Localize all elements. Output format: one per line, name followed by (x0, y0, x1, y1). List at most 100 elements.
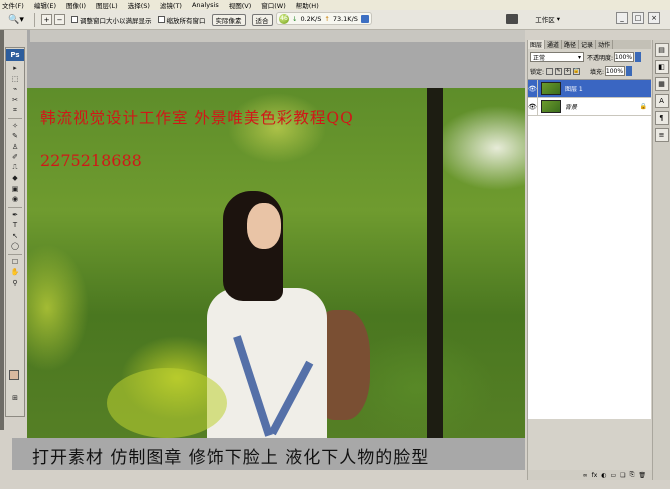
lasso-tool-icon[interactable]: ⌁ (6, 84, 24, 95)
lock-all-icon[interactable]: 🔒 (573, 67, 581, 75)
checkbox-icon[interactable] (157, 16, 165, 23)
dock-swatches-icon[interactable]: ▦ (654, 77, 669, 91)
restore-button[interactable]: □ (632, 12, 644, 24)
notes-tool-icon[interactable]: ☐ (6, 257, 24, 268)
actual-pixels-button[interactable]: 实际像素 (211, 13, 246, 26)
layer-name: 图层 1 (565, 86, 583, 93)
layers-list: 👁 图层 1 👁 背景 🔒 (528, 79, 651, 419)
blend-mode-value: 正常 (533, 54, 546, 62)
fill-arrow-icon[interactable] (626, 66, 633, 76)
lock-transparency-icon[interactable] (546, 67, 554, 75)
menu-analysis[interactable]: Analysis (192, 1, 219, 9)
gradient-tool-icon[interactable]: ◆ (6, 173, 24, 184)
healing-tool-icon[interactable]: ✧ (6, 121, 24, 132)
dock-navigator-icon[interactable]: ▤ (654, 43, 669, 57)
close-button[interactable]: × (648, 12, 660, 24)
menu-filter[interactable]: 滤镜(T) (160, 0, 182, 10)
blur-tool-icon[interactable]: ▣ (6, 184, 24, 195)
tool-divider (8, 253, 22, 255)
quick-mask-icon[interactable]: ⊞ (6, 393, 24, 404)
menu-image[interactable]: 图像(I) (66, 0, 86, 10)
blend-mode-select[interactable]: 正常 ▾ (530, 52, 584, 62)
opacity-label: 不透明度: (587, 54, 614, 62)
opacity-input[interactable]: 100% (614, 52, 635, 62)
marquee-tool-icon[interactable]: ⬚ (6, 74, 24, 85)
eye-icon[interactable]: 👁 (528, 79, 538, 98)
photoshop-window: 文件(F) 编辑(E) 图像(I) 图层(L) 选择(S) 滤镜(T) Anal… (0, 0, 670, 489)
watermark-qq-number: 2275218688 (40, 151, 142, 170)
upload-arrow-icon: ↑ (324, 14, 330, 23)
menu-window[interactable]: 窗口(W) (261, 0, 286, 10)
zoom-in-icon[interactable]: + (41, 14, 52, 25)
checkbox-icon[interactable] (71, 16, 78, 23)
hand-tool-icon[interactable]: ✋ (6, 267, 24, 278)
dock-tools-icon[interactable]: ≡ (654, 128, 669, 142)
clone-stamp-tool-icon[interactable]: ♙ (6, 142, 24, 153)
zoom-all-label: 缩放所有窗口 (166, 16, 206, 25)
dock-paragraph-icon[interactable]: ¶ (654, 111, 669, 125)
zoom-tool-icon[interactable]: ⚲ (6, 278, 24, 289)
person-face (247, 203, 281, 249)
screen-mode-icon[interactable] (506, 14, 518, 24)
tab-channels[interactable]: 通道 (545, 40, 563, 49)
opacity-arrow-icon[interactable] (635, 52, 642, 62)
group-icon[interactable]: ❏ (620, 472, 625, 479)
menu-layer[interactable]: 图层(L) (96, 0, 118, 10)
menu-bar: 文件(F) 编辑(E) 图像(I) 图层(L) 选择(S) 滤镜(T) Anal… (0, 0, 670, 10)
new-layer-icon[interactable]: ⎘ (630, 471, 635, 479)
workspace-menu[interactable]: 工作区 ▾ (535, 14, 560, 24)
blend-row: 正常 ▾ 不透明度: 100% (528, 51, 651, 63)
eraser-tool-icon[interactable]: ⎍ (6, 163, 24, 174)
zoom-all-checkbox[interactable]: 缩放所有窗口 (157, 15, 206, 25)
workspace-label: 工作区 (535, 16, 555, 24)
options-divider (34, 12, 35, 27)
lock-pixels-icon[interactable]: ✎ (555, 67, 563, 75)
zoom-tool-icon[interactable]: 🔍▾ (0, 13, 32, 27)
dodge-tool-icon[interactable]: ◉ (6, 194, 24, 205)
document-canvas[interactable]: 韩流视觉设计工作室 外景唯美色彩教程QQ 2275218688 (27, 88, 525, 438)
tool-divider (8, 117, 22, 119)
brush-tool-icon[interactable]: ✎ (6, 131, 24, 142)
eye-icon[interactable]: 👁 (528, 97, 538, 116)
shape-tool-icon[interactable]: ◯ (6, 241, 24, 252)
upload-speed: 73.1K/S (332, 14, 358, 23)
panel-dock: ▤ ◧ ▦ A ¶ ≡ (652, 40, 670, 480)
pen-tool-icon[interactable]: ✒ (6, 210, 24, 221)
dock-color-icon[interactable]: ◧ (654, 60, 669, 74)
slice-tool-icon[interactable]: ⌗ (6, 105, 24, 116)
link-layers-icon[interactable]: ∞ (583, 472, 588, 479)
layer-row[interactable]: 👁 背景 🔒 (528, 97, 651, 116)
type-tool-icon[interactable]: T (6, 220, 24, 231)
menu-select[interactable]: 选择(S) (128, 0, 150, 10)
fit-screen-button[interactable]: 适合 (251, 13, 273, 26)
foreground-color-swatch[interactable] (9, 370, 19, 380)
tab-actions[interactable]: 动作 (596, 40, 614, 49)
download-speed: 0.2K/S (300, 14, 322, 23)
layer-row[interactable]: 👁 图层 1 (528, 79, 651, 98)
panel-tabs: 图层 通道 路径 记录 动作 (528, 40, 651, 49)
fill-input[interactable]: 100% (605, 66, 626, 76)
zoom-out-icon[interactable]: − (54, 14, 65, 25)
dock-character-icon[interactable]: A (654, 94, 669, 108)
fit-window-checkbox[interactable]: 调整窗口大小以满屏显示 (71, 15, 152, 25)
menu-view[interactable]: 视图(V) (229, 0, 252, 10)
tab-history[interactable]: 记录 (579, 40, 597, 49)
tab-paths[interactable]: 路径 (562, 40, 580, 49)
document-titlebar[interactable] (30, 30, 525, 42)
crop-tool-icon[interactable]: ✂ (6, 95, 24, 106)
history-brush-tool-icon[interactable]: ✐ (6, 152, 24, 163)
tab-layers[interactable]: 图层 (528, 40, 546, 49)
menu-help[interactable]: 帮助(H) (296, 0, 319, 10)
trash-icon[interactable]: 🗑 (638, 472, 646, 479)
adjustment-layer-icon[interactable]: ◐ (601, 472, 606, 479)
path-selection-tool-icon[interactable]: ↖ (6, 231, 24, 242)
lock-position-icon[interactable]: ✛ (564, 67, 572, 75)
photoshop-logo: Ps (6, 49, 24, 61)
network-widget-icon (360, 14, 369, 23)
move-tool-icon[interactable]: ▸ (6, 63, 24, 74)
mask-icon[interactable]: ▭ (611, 472, 617, 479)
layer-style-icon[interactable]: fx (592, 472, 598, 479)
menu-file[interactable]: 文件(F) (2, 0, 24, 10)
menu-edit[interactable]: 编辑(E) (34, 0, 56, 10)
minimize-button[interactable]: _ (616, 12, 628, 24)
